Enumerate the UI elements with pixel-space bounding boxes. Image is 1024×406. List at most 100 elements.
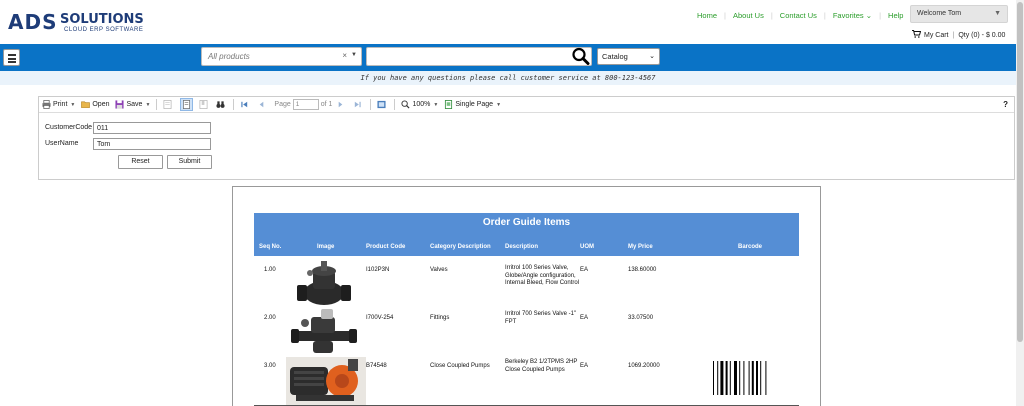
cart-summary: My Cart | Qty (0) - $ 0.00	[912, 30, 1005, 40]
report-page: Order Guide Items Seq No. Image Product …	[232, 186, 821, 406]
zoom-button[interactable]: 100% ▼	[401, 100, 438, 109]
customer-code-input[interactable]: 011	[93, 122, 211, 134]
printer-icon	[42, 100, 51, 109]
save-label: Save	[126, 101, 143, 108]
thumbnails-button[interactable]	[163, 100, 174, 109]
vertical-scrollbar[interactable]	[1016, 0, 1024, 406]
print-button[interactable]: Print ▼	[42, 100, 75, 109]
row2-desc-line: FPT	[505, 318, 517, 325]
binoculars-icon	[216, 101, 225, 108]
row1-category: Valves	[430, 267, 448, 273]
row2-code: I700V-254	[366, 315, 394, 321]
row1-desc-line: Globe/Angle configuration,	[505, 272, 576, 279]
document-view-button[interactable]	[180, 98, 194, 111]
barcode-bar	[717, 361, 719, 395]
menu-icon[interactable]	[3, 49, 20, 66]
col-uom: UOM	[580, 244, 594, 250]
customer-code-label: CustomerCode	[45, 124, 93, 131]
reset-button[interactable]: Reset	[118, 155, 163, 169]
help-button[interactable]: ?	[1003, 100, 1008, 109]
floppy-disk-icon	[115, 100, 125, 109]
nav-home-link[interactable]: Home	[690, 11, 724, 20]
bookmarks-button[interactable]	[199, 100, 210, 109]
page-label: Page	[274, 101, 291, 108]
page-count: of 1	[320, 101, 333, 108]
magnifier-icon	[401, 100, 410, 109]
row1-seq: 1.00	[264, 267, 276, 273]
catalog-select[interactable]: Catalog ⌄	[597, 48, 660, 65]
submit-button[interactable]: Submit	[167, 155, 212, 169]
user-menu[interactable]: Welcome Tom ▼	[910, 5, 1008, 23]
last-page-icon	[355, 101, 362, 108]
row3-uom: EA	[580, 363, 589, 369]
print-label: Print	[53, 101, 68, 108]
report-toolbar: Print ▼ Open Save ▼ Page 1 of 1 100% ▼ S…	[39, 97, 1014, 113]
caret-down-icon[interactable]: ▼	[351, 52, 357, 58]
row2-description: Irritrol 700 Series Valve -1" FPT	[505, 311, 576, 326]
nav-favorites-label: Favorites	[832, 11, 864, 20]
row2-desc-line: Irritrol 700 Series Valve -1"	[505, 311, 577, 317]
user-name-input[interactable]: Tom	[93, 138, 211, 150]
caret-down-icon: ▼	[994, 10, 1001, 17]
barcode-bar	[751, 361, 754, 395]
page-navigator: Page 1 of 1	[274, 99, 332, 110]
barcode-bar	[756, 361, 758, 395]
next-page-button[interactable]	[336, 100, 347, 109]
clear-icon[interactable]: ×	[342, 51, 347, 60]
product-image-valve	[297, 261, 351, 305]
cart-qty[interactable]: Qty (0) - $ 0.00	[958, 32, 1005, 39]
folder-icon	[81, 101, 91, 108]
thumbnails-icon	[163, 100, 172, 109]
nav-help-link[interactable]: Help	[881, 11, 910, 20]
search-input[interactable]	[366, 47, 592, 66]
previous-page-button[interactable]	[257, 100, 268, 109]
row1-description: Irritrol 100 Series Valve, Globe/Angle c…	[505, 265, 579, 288]
row3-seq: 3.00	[264, 363, 276, 369]
product-category-select[interactable]: All products × ▼	[201, 47, 362, 66]
row1-uom: EA	[580, 267, 589, 273]
report-title: Order Guide Items	[482, 217, 571, 228]
logo-ads: ADS	[8, 10, 58, 34]
nav-favorites-link[interactable]: Favorites ⌄	[826, 11, 879, 20]
report-header: Order Guide Items Seq No. Image Product …	[254, 213, 799, 256]
find-button[interactable]	[216, 100, 227, 109]
view-mode-label: Single Page	[455, 101, 494, 108]
search-icon[interactable]	[571, 47, 591, 65]
barcode-bar	[765, 361, 767, 395]
single-page-icon	[445, 100, 453, 109]
barcode-bar	[720, 361, 724, 395]
barcode-image	[713, 361, 767, 395]
product-image-pump	[286, 357, 366, 406]
fullscreen-icon	[377, 100, 387, 109]
fullscreen-button[interactable]	[377, 100, 388, 109]
last-page-button[interactable]	[353, 100, 364, 109]
col-category-description: Category Description	[430, 244, 491, 250]
row3-category: Close Coupled Pumps	[430, 363, 490, 369]
row3-description: Berkeley B2 1/2TPMS 2HP Close Coupled Pu…	[505, 359, 577, 374]
first-page-button[interactable]	[240, 100, 251, 109]
user-name-label: UserName	[45, 140, 79, 147]
zoom-label: 100%	[412, 101, 431, 108]
catalog-value: Catalog	[602, 52, 628, 61]
row2-seq: 2.00	[264, 315, 276, 321]
report-viewer: Print ▼ Open Save ▼ Page 1 of 1 100% ▼ S…	[38, 96, 1015, 180]
save-button[interactable]: Save ▼	[115, 100, 150, 109]
barcode-bar	[725, 361, 728, 395]
col-product-code: Product Code	[366, 244, 406, 250]
nav-contact-link[interactable]: Contact Us	[773, 11, 824, 20]
row1-desc-line: Internal Bleed, Flow Control	[505, 280, 580, 286]
view-mode-button[interactable]: Single Page ▼	[444, 100, 501, 109]
col-seq-no: Seq No.	[259, 244, 282, 250]
top-nav: Home | About Us | Contact Us | Favorites…	[690, 11, 910, 20]
cart-icon[interactable]	[912, 30, 922, 40]
chevron-right-icon	[339, 101, 343, 108]
barcode-bar	[748, 361, 750, 395]
company-logo[interactable]: ADS SOLUTIONS CLOUD ERP SOFTWARE	[8, 10, 158, 40]
row1-code: I102P3N	[366, 267, 390, 273]
my-cart-link[interactable]: My Cart	[924, 32, 949, 39]
page-number-input[interactable]: 1	[292, 99, 319, 110]
col-barcode: Barcode	[738, 244, 763, 250]
barcode-bar	[729, 361, 731, 395]
nav-about-link[interactable]: About Us	[726, 11, 771, 20]
open-button[interactable]: Open	[81, 100, 109, 109]
